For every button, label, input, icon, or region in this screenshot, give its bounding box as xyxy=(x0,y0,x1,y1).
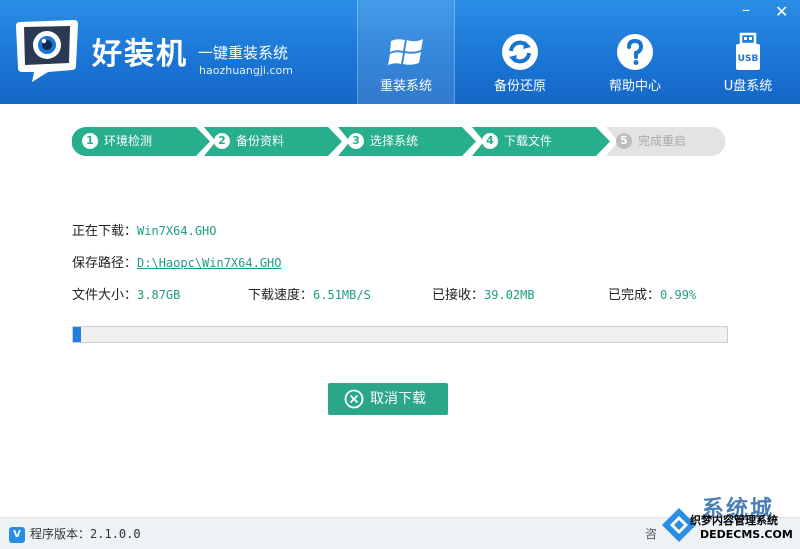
usb-icon: USB xyxy=(736,32,760,70)
step-label: 选择系统 xyxy=(370,134,419,148)
download-speed-stat: 下载速度：6.51MB/S xyxy=(248,286,371,305)
nav-label: 备份还原 xyxy=(493,79,546,94)
nav-reinstall-system[interactable]: 重装系统 xyxy=(357,0,455,104)
watermark-url: DEDECMS.COM xyxy=(700,528,793,541)
file-size-label: 文件大小： xyxy=(72,288,138,303)
step-label: 下载文件 xyxy=(504,134,553,148)
close-circle-icon xyxy=(344,389,364,409)
step-label: 完成重启 xyxy=(638,134,687,148)
download-speed-label: 下载速度： xyxy=(248,288,314,303)
save-path-label: 保存路径： xyxy=(72,256,138,271)
nav-usb-system[interactable]: USB U盘系统 xyxy=(699,0,797,104)
nav-label: U盘系统 xyxy=(723,79,773,94)
received-label: 已接收： xyxy=(432,288,485,303)
downloading-file-value: Win7X64.GHO xyxy=(137,224,217,238)
completed-label: 已完成： xyxy=(608,288,661,303)
step-number: 4 xyxy=(482,133,498,149)
help-icon xyxy=(617,34,653,70)
file-size-value: 3.87GB xyxy=(137,288,181,302)
step-number: 3 xyxy=(348,133,364,149)
nav-backup-restore[interactable]: 备份还原 xyxy=(471,0,569,104)
progress-steps: 1 环境检测 2 备份资料 3 选择系统 4 下载文件 5 完成重启 xyxy=(72,127,726,156)
nav-label: 帮助中心 xyxy=(608,79,661,94)
app-header: 好装机 一键重装系统 haozhuangji.com – ✕ 重装系统 备份还原… xyxy=(0,0,800,104)
completed-stat: 已完成：0.99% xyxy=(608,286,696,305)
version-value: 2.1.0.0 xyxy=(90,527,141,541)
file-size-stat: 文件大小：3.87GB xyxy=(72,286,180,305)
save-path-link[interactable]: D:\Haopc\Win7X64.GHO xyxy=(137,256,282,270)
windows-logo-icon xyxy=(388,39,423,65)
consult-link[interactable]: 咨 xyxy=(645,526,657,542)
download-speed-value: 6.51MB/S xyxy=(313,288,371,302)
received-value: 39.02MB xyxy=(484,288,535,302)
version-info: 程序版本：2.1.0.0 xyxy=(30,526,141,542)
received-stat: 已接收：39.02MB xyxy=(432,286,535,305)
nav-label: 重装系统 xyxy=(379,79,432,94)
step-label: 备份资料 xyxy=(236,134,285,148)
nav-help-center[interactable]: 帮助中心 xyxy=(586,0,684,104)
version-label: 程序版本： xyxy=(30,527,91,541)
monitor-eye-logo-icon xyxy=(16,20,78,82)
app-brand: 好装机 xyxy=(92,37,188,72)
downloading-label: 正在下载： xyxy=(72,224,138,239)
step-label: 环境检测 xyxy=(104,134,153,148)
cancel-download-button[interactable]: 取消下载 xyxy=(328,383,448,415)
watermark-subtitle: 织梦内容管理系统 xyxy=(690,514,778,527)
app-slogan: 一键重装系统 xyxy=(198,44,289,62)
refresh-icon xyxy=(502,34,538,70)
watermark: 系统城 织梦内容管理系统 DEDECMS.COM xyxy=(660,498,800,549)
save-path-row: 保存路径：D:\Haopc\Win7X64.GHO xyxy=(72,254,282,273)
step-number: 2 xyxy=(214,133,230,149)
app-domain: haozhuangji.com xyxy=(199,64,293,77)
svg-text:USB: USB xyxy=(738,54,759,64)
step-number: 1 xyxy=(82,133,98,149)
cancel-download-label: 取消下载 xyxy=(370,391,426,407)
downloading-row: 正在下载：Win7X64.GHO xyxy=(72,222,217,241)
completed-value: 0.99% xyxy=(660,288,697,302)
version-badge-icon: V xyxy=(9,527,25,543)
step-number: 5 xyxy=(616,133,632,149)
progress-fill xyxy=(73,327,81,342)
download-progress-bar xyxy=(72,326,728,343)
